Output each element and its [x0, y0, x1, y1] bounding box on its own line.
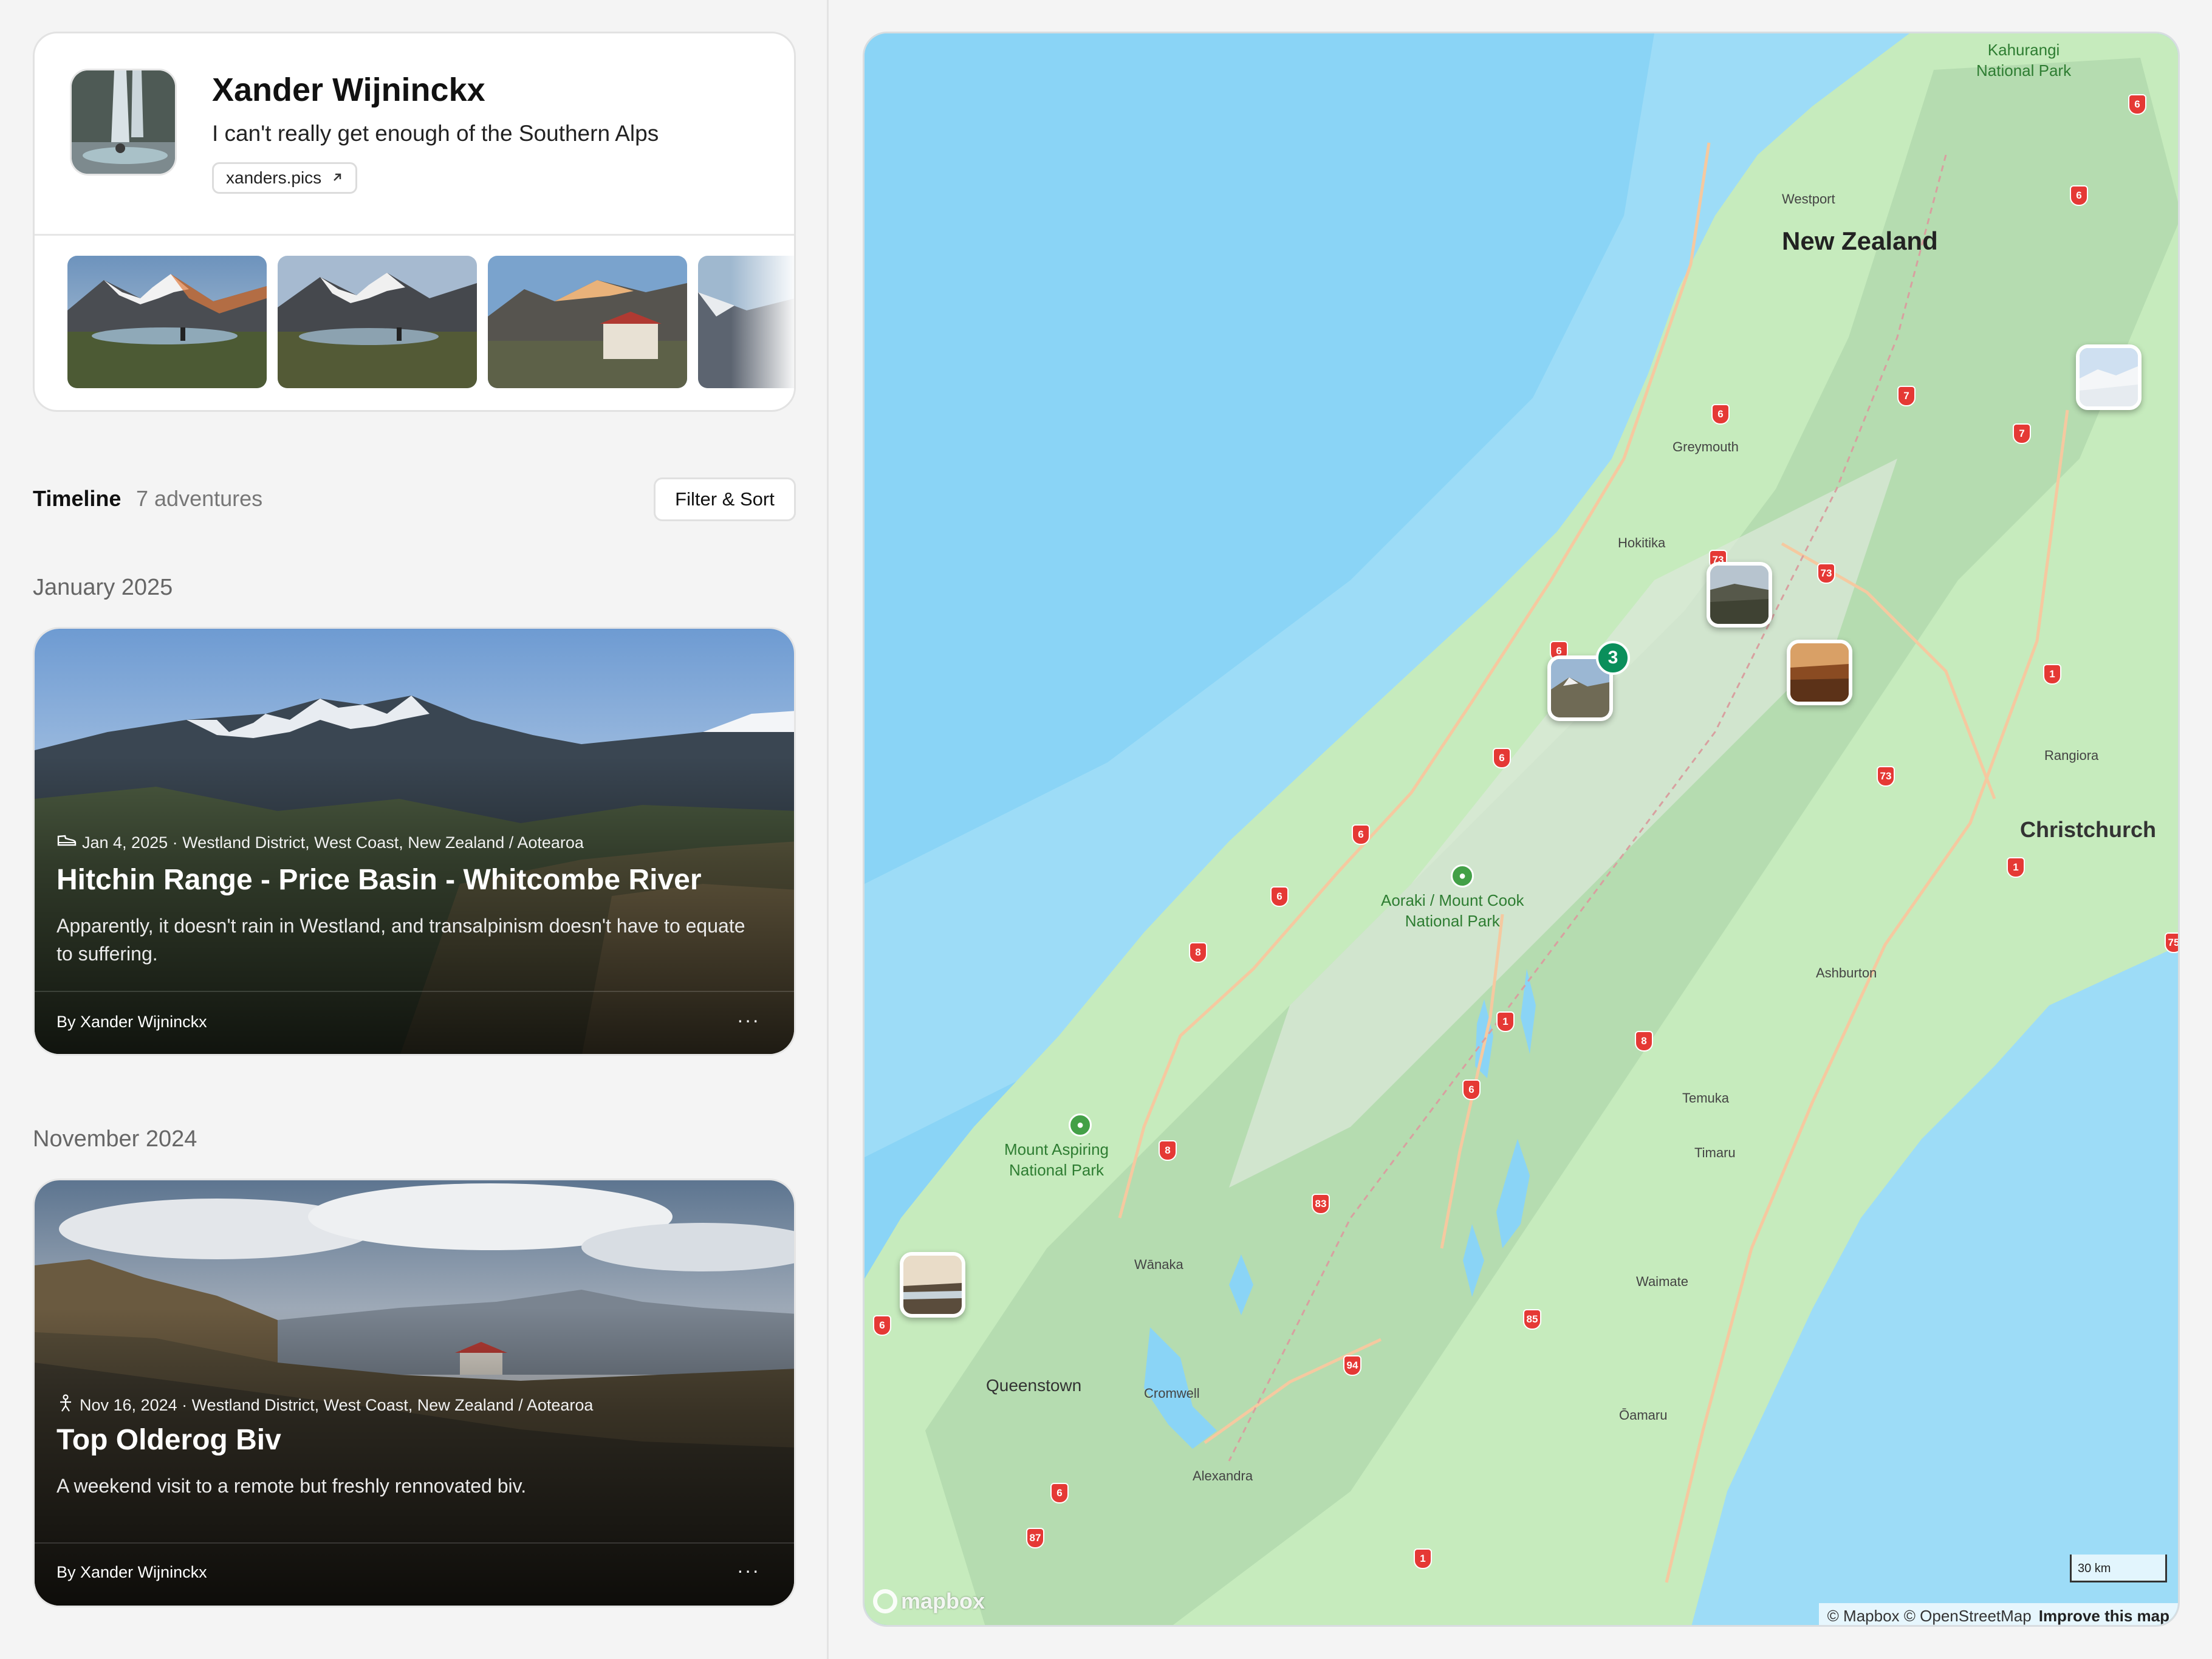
photo-thumbnail[interactable] [488, 256, 687, 388]
profile-name: Xander Wijninckx [212, 72, 485, 108]
adventure-meta: Jan 4, 2025 · Westland District, West Co… [56, 833, 584, 853]
highway-shield: 83 [1312, 1194, 1330, 1214]
highway-shield: 73 [1877, 766, 1895, 787]
adventure-meta-text: Nov 16, 2024 · Westland District, West C… [80, 1396, 594, 1414]
highway-shield: 73 [1817, 563, 1835, 584]
adventure-author[interactable]: By Xander Wijninckx [56, 1563, 207, 1582]
park-pin-icon[interactable]: ● [1069, 1113, 1092, 1137]
city-label-christchurch: Christchurch [2020, 817, 2157, 842]
mapbox-logo-icon [873, 1589, 897, 1613]
town-label-rangiora: Rangiora [2044, 748, 2099, 763]
park-label-kahurangi: Kahurangi National Park [1976, 41, 2072, 80]
profile-link-label: xanders.pics [226, 168, 322, 187]
town-label-timaru: Timaru [1694, 1145, 1736, 1160]
town-label-hokitika: Hokitika [1618, 535, 1666, 550]
highway-shield: 8 [1189, 942, 1207, 963]
map-photo-marker[interactable] [900, 1252, 965, 1318]
mapbox-logo-text: mapbox [901, 1589, 985, 1613]
card-shade [35, 1180, 794, 1606]
town-label-cromwell: Cromwell [1144, 1386, 1200, 1401]
hiker-icon [56, 1394, 75, 1417]
adventure-description: Apparently, it doesn't rain in Westland,… [56, 915, 745, 965]
town-label-ashburton: Ashburton [1816, 965, 1877, 980]
photo-thumbnail[interactable] [67, 256, 267, 388]
map-photo-marker[interactable] [1787, 640, 1852, 705]
highway-shield: 1 [1496, 1011, 1515, 1032]
park-pin-icon[interactable]: ● [1451, 864, 1474, 888]
town-label-greymouth: Greymouth [1673, 439, 1739, 454]
town-label-westport: Westport [1782, 191, 1835, 207]
adventure-author[interactable]: By Xander Wijninckx [56, 1013, 207, 1031]
more-options-button[interactable]: ··· [737, 1009, 760, 1031]
timeline-heading: Timeline [33, 486, 122, 511]
highway-shield: 6 [1352, 824, 1370, 845]
improve-map-link[interactable]: Improve this map [2039, 1607, 2169, 1626]
attribution-text[interactable]: © Mapbox © OpenStreetMap [1827, 1607, 2032, 1626]
map-attribution: © Mapbox © OpenStreetMap Improve this ma… [1818, 1603, 2178, 1626]
profile-card: Xander Wijninckx I can't really get enou… [33, 32, 796, 412]
city-label-queenstown: Queenstown [986, 1376, 1082, 1395]
town-label-waimate: Waimate [1636, 1274, 1688, 1289]
profile-website-link[interactable]: xanders.pics [212, 162, 358, 194]
photo-thumbnail[interactable] [278, 256, 477, 388]
town-label-wanaka: Wānaka [1134, 1257, 1183, 1272]
scale-bar: 30 km [2070, 1555, 2167, 1582]
highway-shield: 7 [1897, 386, 1916, 406]
town-label-alexandra: Alexandra [1193, 1468, 1253, 1483]
card-divider [35, 1542, 794, 1544]
adventure-meta-text: Jan 4, 2025 · Westland District, West Co… [82, 833, 584, 852]
cluster-count-badge[interactable]: 3 [1596, 641, 1630, 675]
highway-shield: 8 [1159, 1140, 1177, 1161]
filter-sort-button[interactable]: Filter & Sort [654, 477, 796, 521]
adventure-card[interactable]: Nov 16, 2024 · Westland District, West C… [33, 1178, 796, 1607]
park-label-aspiring: Mount Aspiring National Park [1004, 1140, 1109, 1179]
highway-shield: 6 [873, 1315, 891, 1336]
timeline-count: 7 adventures [136, 486, 263, 511]
card-divider [35, 991, 794, 992]
adventure-title[interactable]: Top Olderog Biv [56, 1423, 281, 1457]
adventure-description: A weekend visit to a remote but freshly … [56, 1475, 527, 1497]
left-panel: Xander Wijninckx I can't really get enou… [0, 0, 829, 1659]
highway-shield: 6 [2070, 185, 2088, 206]
shoe-icon [56, 833, 77, 853]
highway-shield: 75 [2165, 932, 2178, 953]
map-photo-marker[interactable] [2076, 344, 2142, 410]
park-label-aoraki: Aoraki / Mount Cook National Park [1381, 891, 1524, 930]
divider [35, 234, 794, 236]
town-label-oamaru: Ōamaru [1619, 1408, 1668, 1423]
adventure-card[interactable]: Jan 4, 2025 · Westland District, West Co… [33, 627, 796, 1056]
mapbox-logo[interactable]: mapbox [873, 1589, 985, 1614]
photo-strip-fade [731, 256, 794, 391]
adventure-meta: Nov 16, 2024 · Westland District, West C… [56, 1394, 593, 1417]
highway-shield: 6 [2128, 94, 2146, 115]
highway-shield: 7 [2013, 423, 2031, 444]
month-heading: November 2024 [33, 1126, 197, 1152]
highway-shield: 6 [1711, 404, 1730, 425]
month-heading: January 2025 [33, 575, 173, 600]
highway-shield: 94 [1343, 1355, 1361, 1376]
highway-shield: 1 [1414, 1548, 1432, 1569]
more-options-button[interactable]: ··· [737, 1559, 760, 1582]
country-label: New Zealand [1782, 227, 1938, 255]
adventure-title[interactable]: Hitchin Range - Price Basin - Whitcombe … [56, 863, 702, 897]
map-photo-marker[interactable] [1707, 562, 1772, 628]
town-label-temuka: Temuka [1682, 1090, 1730, 1106]
highway-shield: 1 [2007, 857, 2025, 878]
photo-strip[interactable] [67, 256, 794, 391]
highway-shield: 1 [2043, 664, 2061, 685]
highway-shield: 8 [1635, 1031, 1653, 1052]
avatar[interactable] [70, 69, 177, 176]
profile-bio: I can't really get enough of the Souther… [212, 121, 659, 146]
map[interactable]: Kahurangi National Park Westport New Zea… [863, 32, 2180, 1627]
highway-shield: 6 [1050, 1483, 1069, 1503]
highway-shield: 6 [1493, 748, 1511, 768]
highway-shield: 87 [1026, 1528, 1044, 1548]
highway-shield: 85 [1523, 1309, 1541, 1330]
highway-shield: 6 [1270, 886, 1289, 907]
arrow-up-right-icon [331, 168, 343, 188]
highway-shield: 6 [1462, 1079, 1481, 1100]
